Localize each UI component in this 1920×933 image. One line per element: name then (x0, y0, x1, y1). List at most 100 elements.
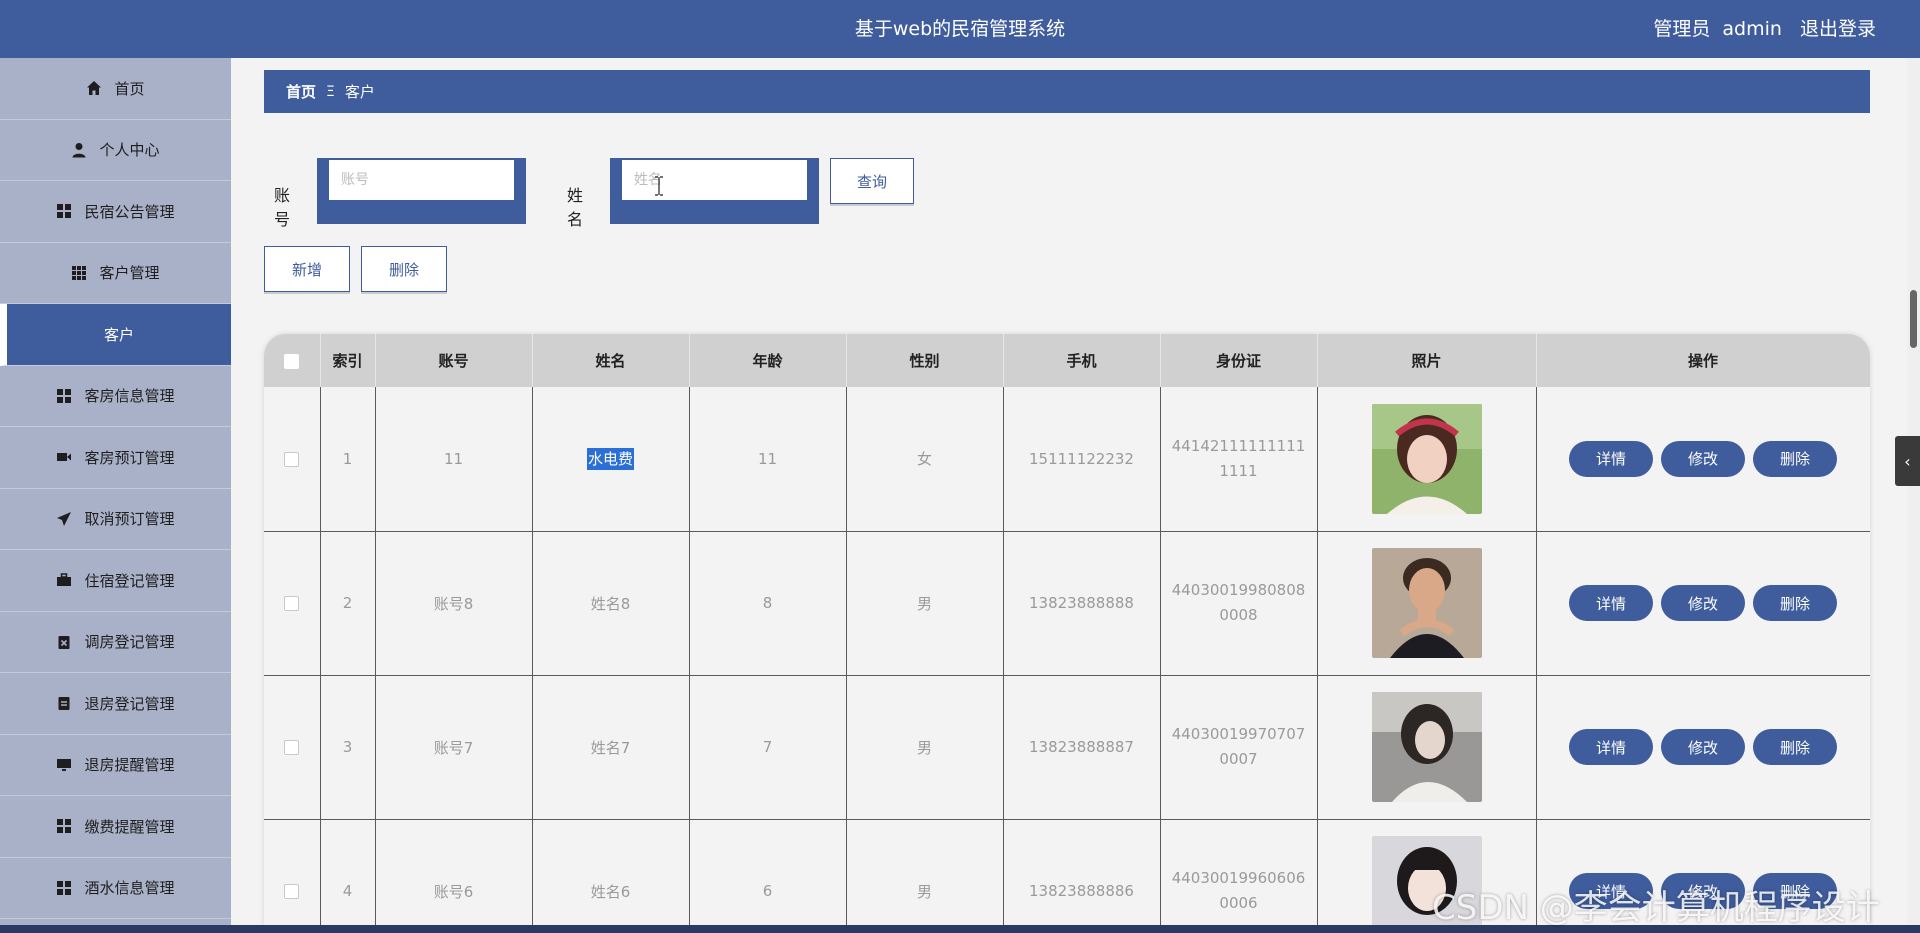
sidebar-item-checkin[interactable]: 住宿登记管理 (0, 550, 231, 612)
monitor-icon (56, 757, 72, 773)
column-header: 年龄 (689, 334, 847, 387)
cell-photo (1317, 387, 1537, 532)
sidebar-item-checkout[interactable]: 退房登记管理 (0, 673, 231, 735)
row-checkbox[interactable] (284, 451, 300, 467)
sidebar-item-label: 民宿公告管理 (84, 202, 175, 221)
cell-photo (1317, 531, 1537, 676)
cell-phone: 13823888887 (1003, 675, 1161, 820)
sidebar-item-room-info[interactable]: 客房信息管理 (0, 366, 231, 427)
logout-link[interactable]: 退出登录 (1800, 18, 1876, 40)
customer-photo[interactable] (1371, 692, 1482, 802)
cell-index: 2 (320, 531, 376, 676)
sidebar-item-checkout-reminder[interactable]: 退房提醒管理 (0, 735, 231, 796)
cell-actions: 详情 修改 删除 (1536, 387, 1870, 532)
sidebar-item-label: 缴费提醒管理 (84, 817, 175, 836)
sidebar-item-label: 客房信息管理 (84, 387, 175, 406)
cell-idcard: 440300199606060006 (1160, 819, 1318, 933)
user-icon (71, 142, 87, 158)
cell-actions: 详情 修改 删除 (1536, 675, 1870, 820)
top-bar: 基于web的民宿管理系统 管理员 admin 退出登录 (0, 0, 1920, 58)
paper-plane-icon (56, 511, 72, 527)
table-row: 3 账号7 姓名7 7 男 13823888887 44030019970707… (264, 675, 1870, 820)
watermark: CSDN @李会计算机程序设计 (1432, 888, 1880, 928)
scrollbar-thumb[interactable] (1910, 290, 1917, 348)
cell-photo (1317, 675, 1537, 820)
cell-idcard: 440300199808080008 (1160, 531, 1318, 676)
row-checkbox[interactable] (284, 740, 300, 755)
detail-button[interactable]: 详情 (1569, 585, 1653, 621)
row-checkbox[interactable] (284, 596, 300, 611)
cell-gender: 女 (846, 387, 1004, 532)
name-label: 姓名 (567, 186, 584, 229)
clipboard-x-icon (56, 634, 72, 650)
cell-account: 账号6 (375, 819, 533, 933)
cell-age: 7 (689, 675, 847, 820)
select-all-checkbox[interactable] (284, 353, 300, 369)
column-header: 操作 (1536, 334, 1870, 387)
account-input[interactable] (329, 160, 514, 200)
cell-phone: 13823888888 (1003, 531, 1161, 676)
video-icon (56, 449, 72, 465)
vertical-scrollbar[interactable] (1907, 58, 1920, 933)
row-checkbox[interactable] (284, 884, 300, 899)
detail-button[interactable]: 详情 (1569, 729, 1653, 765)
sidebar-item-home[interactable]: 首页 (0, 58, 231, 120)
cell-idcard: 441421111111111111 (1160, 387, 1318, 532)
main-content: 首页 Ξ 客户 账号 姓名 查询 新增 删除 索引 账号 姓名 (231, 58, 1920, 933)
breadcrumb-separator: Ξ (326, 83, 335, 100)
chevron-left-icon: ‹ (1904, 451, 1911, 471)
breadcrumb-home[interactable]: 首页 (286, 81, 316, 102)
home-icon (86, 80, 102, 96)
sidebar-item-announcements[interactable]: 民宿公告管理 (0, 181, 231, 243)
sidebar-item-customer-mgmt[interactable]: 客户管理 (0, 243, 231, 304)
customer-photo[interactable] (1371, 548, 1482, 658)
name-input[interactable] (622, 160, 807, 200)
edit-button[interactable]: 修改 (1661, 729, 1745, 765)
sidebar-item-label: 住宿登记管理 (84, 571, 175, 590)
user-area: 管理员 admin 退出登录 (1653, 14, 1876, 41)
column-header: 账号 (375, 334, 533, 387)
cell-gender: 男 (846, 675, 1004, 820)
edit-button[interactable]: 修改 (1661, 585, 1745, 621)
sidebar-item-room-booking[interactable]: 客房预订管理 (0, 427, 231, 489)
cell-index: 4 (320, 819, 376, 933)
sidebar-item-label: 调房登记管理 (84, 633, 175, 652)
cell-account: 账号7 (375, 675, 533, 820)
column-header: 索引 (320, 334, 376, 387)
edit-button[interactable]: 修改 (1661, 440, 1745, 477)
grid-icon (56, 203, 72, 219)
sidebar-item-customer[interactable]: 客户 (0, 304, 231, 366)
grid-icon (56, 388, 72, 404)
cell-age: 6 (689, 819, 847, 933)
cell-gender: 男 (846, 819, 1004, 933)
sidebar-item-profile[interactable]: 个人中心 (0, 120, 231, 181)
sidebar-item-label: 取消预订管理 (84, 510, 175, 529)
cell-phone: 13823888886 (1003, 819, 1161, 933)
cell-name: 姓名6 (532, 819, 690, 933)
cell-index: 3 (320, 675, 376, 820)
column-header: 照片 (1317, 334, 1537, 387)
app-title: 基于web的民宿管理系统 (854, 18, 1066, 40)
cell-idcard: 440300199707070007 (1160, 675, 1318, 820)
add-button[interactable]: 新增 (264, 246, 350, 292)
row-delete-button[interactable]: 删除 (1753, 440, 1837, 477)
delete-button[interactable]: 删除 (361, 246, 447, 292)
detail-button[interactable]: 详情 (1569, 440, 1653, 477)
sidebar-item-label: 退房提醒管理 (84, 756, 175, 775)
row-delete-button[interactable]: 删除 (1753, 585, 1837, 621)
customer-photo[interactable] (1371, 403, 1482, 514)
sidebar-item-drinks[interactable]: 酒水信息管理 (0, 858, 231, 919)
sidebar-item-room-change[interactable]: 调房登记管理 (0, 612, 231, 673)
collapse-panel-button[interactable]: ‹ (1895, 436, 1920, 486)
column-header: 手机 (1003, 334, 1161, 387)
row-delete-button[interactable]: 删除 (1753, 729, 1837, 765)
table-row: 1 11 水电费 11 女 15111122232 44142111111111… (264, 387, 1870, 532)
sidebar-item-payment-reminder[interactable]: 缴费提醒管理 (0, 796, 231, 858)
grid-icon (56, 880, 72, 896)
query-button[interactable]: 查询 (830, 158, 914, 204)
sidebar-item-cancel-booking[interactable]: 取消预订管理 (0, 489, 231, 550)
name-field-wrap (610, 158, 819, 224)
sidebar-item-label: 个人中心 (99, 141, 160, 160)
breadcrumb: 首页 Ξ 客户 (264, 70, 1870, 113)
sidebar: 首页 个人中心 民宿公告管理 客户管理 客户 客房信息管理 客房预订管理 取消预… (0, 58, 231, 933)
